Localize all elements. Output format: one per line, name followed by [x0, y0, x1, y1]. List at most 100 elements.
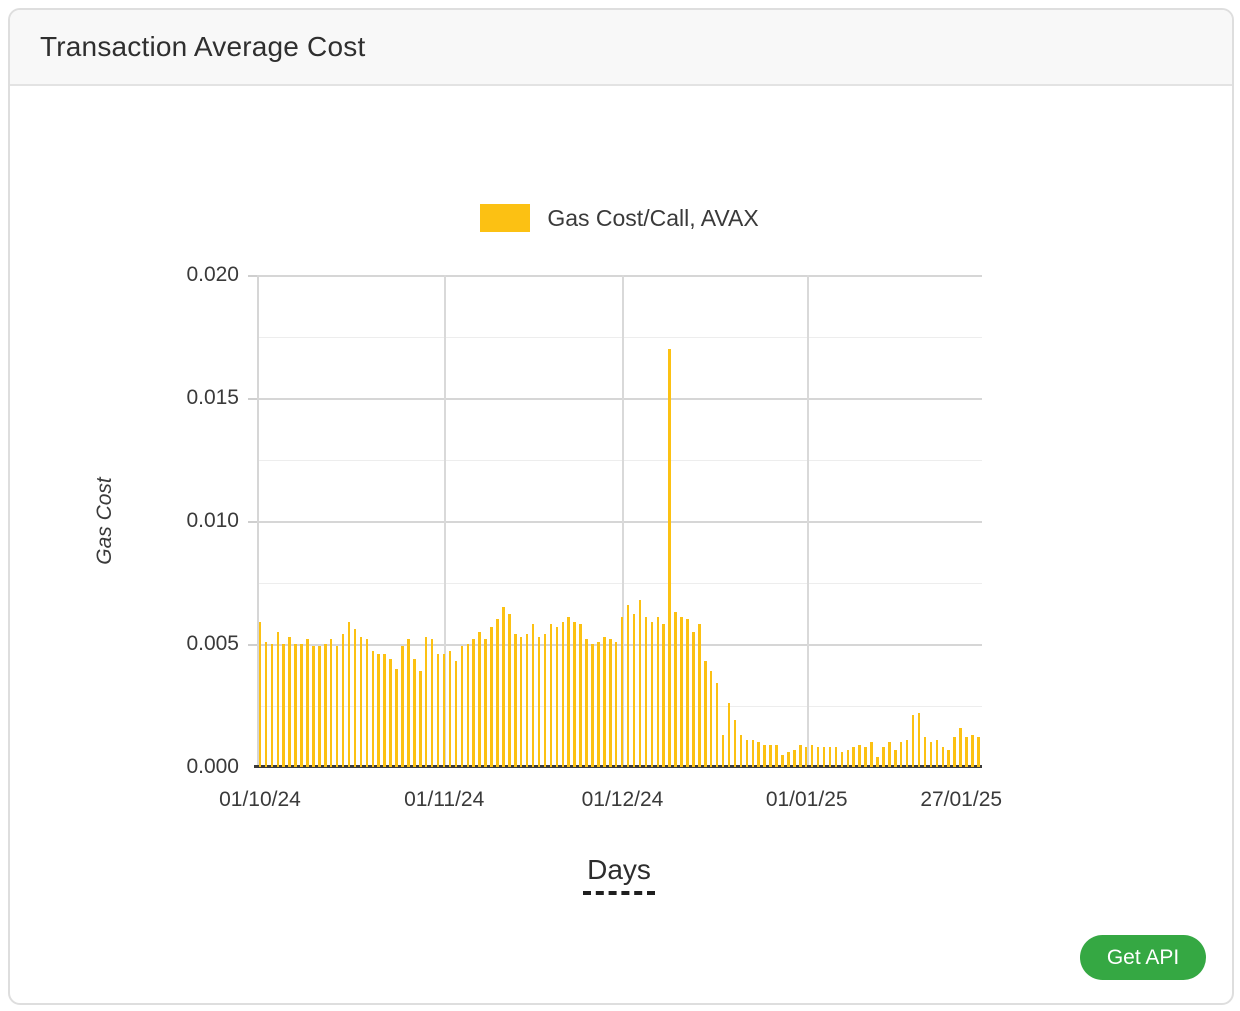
bar[interactable]: [443, 654, 446, 767]
bar[interactable]: [740, 735, 743, 767]
bar[interactable]: [847, 750, 850, 767]
bar[interactable]: [686, 619, 689, 767]
bar[interactable]: [413, 659, 416, 767]
bar[interactable]: [710, 671, 713, 767]
bar[interactable]: [947, 750, 950, 767]
bar[interactable]: [591, 644, 594, 767]
bar[interactable]: [377, 654, 380, 767]
bar[interactable]: [336, 646, 339, 767]
bar[interactable]: [835, 747, 838, 767]
bar[interactable]: [633, 614, 636, 767]
bar[interactable]: [597, 642, 600, 767]
bar[interactable]: [318, 646, 321, 767]
bar[interactable]: [490, 627, 493, 767]
bar[interactable]: [425, 637, 428, 767]
bar[interactable]: [603, 637, 606, 767]
bar[interactable]: [579, 624, 582, 767]
bar[interactable]: [936, 740, 939, 767]
bar[interactable]: [383, 654, 386, 767]
bar[interactable]: [277, 632, 280, 767]
bar[interactable]: [431, 639, 434, 767]
bar[interactable]: [662, 624, 665, 767]
bar[interactable]: [977, 737, 980, 767]
bar[interactable]: [544, 634, 547, 767]
get-api-button[interactable]: Get API: [1080, 935, 1206, 980]
bar[interactable]: [674, 612, 677, 767]
bar[interactable]: [300, 644, 303, 767]
bar[interactable]: [900, 742, 903, 767]
bar[interactable]: [342, 634, 345, 767]
bar[interactable]: [657, 617, 660, 767]
bar[interactable]: [811, 745, 814, 767]
bar[interactable]: [787, 752, 790, 767]
bar[interactable]: [288, 637, 291, 767]
legend-item-gas-cost[interactable]: Gas Cost/Call, AVAX: [480, 204, 758, 232]
bar[interactable]: [930, 742, 933, 767]
bar[interactable]: [971, 735, 974, 767]
bar[interactable]: [876, 757, 879, 767]
bar[interactable]: [882, 747, 885, 767]
bar[interactable]: [757, 742, 760, 767]
bar[interactable]: [330, 639, 333, 767]
bar[interactable]: [959, 728, 962, 767]
bar[interactable]: [407, 639, 410, 767]
bar[interactable]: [692, 632, 695, 767]
bar[interactable]: [728, 703, 731, 767]
bar[interactable]: [763, 745, 766, 767]
bar[interactable]: [841, 752, 844, 767]
bar[interactable]: [271, 644, 274, 767]
bar[interactable]: [823, 747, 826, 767]
bar[interactable]: [354, 629, 357, 767]
bar[interactable]: [467, 644, 470, 767]
bar[interactable]: [906, 740, 909, 767]
bar[interactable]: [965, 737, 968, 767]
bar[interactable]: [508, 614, 511, 767]
bar[interactable]: [621, 617, 624, 767]
bar[interactable]: [817, 747, 820, 767]
bar[interactable]: [324, 644, 327, 767]
bar[interactable]: [265, 642, 268, 767]
bar[interactable]: [793, 750, 796, 767]
bar[interactable]: [461, 646, 464, 767]
bar[interactable]: [752, 740, 755, 767]
bar[interactable]: [609, 639, 612, 767]
bar[interactable]: [472, 639, 475, 767]
bar[interactable]: [514, 634, 517, 767]
bar[interactable]: [645, 617, 648, 767]
bar[interactable]: [870, 742, 873, 767]
bar[interactable]: [550, 624, 553, 767]
bar[interactable]: [894, 750, 897, 767]
bar[interactable]: [395, 669, 398, 767]
bar[interactable]: [567, 617, 570, 767]
bar[interactable]: [419, 671, 422, 767]
bar[interactable]: [449, 651, 452, 767]
bar[interactable]: [888, 742, 891, 767]
bar[interactable]: [722, 735, 725, 767]
bar[interactable]: [680, 617, 683, 767]
bar[interactable]: [437, 654, 440, 767]
bar[interactable]: [484, 639, 487, 767]
bar[interactable]: [912, 715, 915, 767]
bar[interactable]: [532, 624, 535, 767]
bar[interactable]: [615, 642, 618, 767]
bar[interactable]: [852, 747, 855, 767]
bar[interactable]: [520, 637, 523, 767]
bar[interactable]: [829, 747, 832, 767]
bar[interactable]: [799, 745, 802, 767]
bar[interactable]: [502, 607, 505, 767]
bar[interactable]: [366, 639, 369, 767]
bar[interactable]: [556, 627, 559, 767]
bar[interactable]: [306, 639, 309, 767]
bar[interactable]: [716, 683, 719, 767]
bar[interactable]: [259, 622, 262, 767]
bar[interactable]: [805, 747, 808, 767]
bar[interactable]: [573, 622, 576, 767]
bar[interactable]: [562, 622, 565, 767]
bar[interactable]: [401, 646, 404, 767]
bar[interactable]: [372, 651, 375, 767]
bar[interactable]: [858, 745, 861, 767]
bar[interactable]: [769, 745, 772, 767]
bar[interactable]: [526, 634, 529, 767]
bar[interactable]: [775, 745, 778, 767]
bar[interactable]: [704, 661, 707, 767]
